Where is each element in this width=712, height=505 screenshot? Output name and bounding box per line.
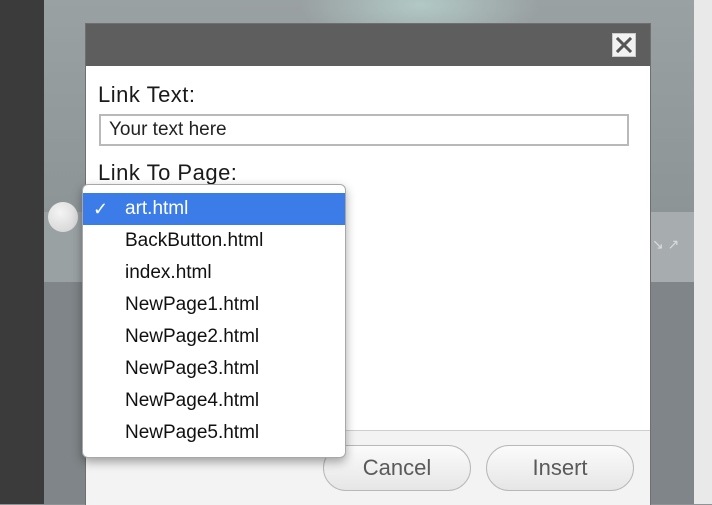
- dropdown-option-newpage2[interactable]: NewPage2.html: [83, 321, 345, 353]
- dropdown-option-backbutton[interactable]: BackButton.html: [83, 225, 345, 257]
- dropdown-option-label: BackButton.html: [125, 230, 264, 251]
- dropdown-option-label: NewPage3.html: [125, 358, 260, 379]
- dropdown-option-art[interactable]: ✓ art.html: [83, 193, 345, 225]
- dropdown-option-label: NewPage4.html: [125, 390, 260, 411]
- dialog-titlebar: [86, 24, 650, 66]
- dropdown-option-label: index.html: [125, 262, 212, 283]
- dropdown-option-index[interactable]: index.html: [83, 257, 345, 289]
- dropdown-option-label: NewPage1.html: [125, 294, 260, 315]
- link-to-page-label: Link To Page:: [98, 160, 238, 185]
- link-text-input[interactable]: [99, 114, 629, 146]
- link-to-page-dropdown[interactable]: ✓ art.html BackButton.html index.html Ne…: [82, 184, 346, 458]
- dropdown-options-list: ✓ art.html BackButton.html index.html Ne…: [83, 185, 345, 449]
- dropdown-option-newpage3[interactable]: NewPage3.html: [83, 353, 345, 385]
- close-button[interactable]: [612, 33, 636, 57]
- background-left-panel: [0, 0, 44, 504]
- expand-arrows-icon: ↘ ↗: [652, 236, 680, 252]
- background-right-panel: [694, 0, 712, 504]
- insert-button[interactable]: Insert: [486, 445, 634, 491]
- dropdown-option-label: NewPage2.html: [125, 326, 260, 347]
- close-icon: [616, 37, 632, 53]
- dropdown-option-newpage5[interactable]: NewPage5.html: [83, 417, 345, 449]
- dropdown-option-newpage1[interactable]: NewPage1.html: [83, 289, 345, 321]
- dropdown-option-label: NewPage5.html: [125, 422, 260, 443]
- checkmark-icon: ✓: [93, 199, 109, 219]
- link-text-label: Link Text:: [98, 82, 196, 107]
- dropdown-option-newpage4[interactable]: NewPage4.html: [83, 385, 345, 417]
- dropdown-option-label: art.html: [125, 198, 189, 219]
- background-knob: [48, 202, 78, 232]
